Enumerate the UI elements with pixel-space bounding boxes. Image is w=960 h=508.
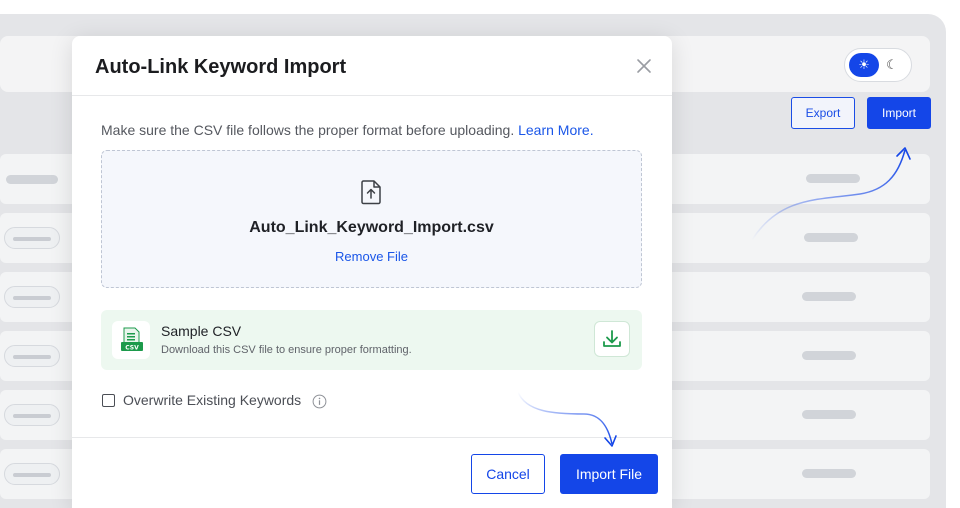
placeholder-bar xyxy=(802,410,856,419)
download-icon xyxy=(603,330,621,347)
file-name: Auto_Link_Keyword_Import.csv xyxy=(249,219,494,236)
info-icon[interactable] xyxy=(312,394,327,409)
placeholder-bar xyxy=(802,469,856,478)
sample-title: Sample CSV xyxy=(161,323,242,339)
placeholder-bar xyxy=(802,292,856,301)
cancel-button[interactable]: Cancel xyxy=(471,454,545,494)
file-upload-icon xyxy=(361,180,381,205)
modal-title: Auto-Link Keyword Import xyxy=(95,56,347,78)
import-button[interactable]: Import xyxy=(867,97,931,129)
modal-header: Auto-Link Keyword Import xyxy=(72,36,672,96)
placeholder-pill xyxy=(4,227,60,249)
sample-description: Download this CSV file to ensure proper … xyxy=(161,344,412,356)
csv-icon-text: CSV xyxy=(125,344,139,351)
remove-file-link[interactable]: Remove File xyxy=(102,249,641,264)
placeholder-pill xyxy=(4,345,60,367)
export-button[interactable]: Export xyxy=(791,97,855,129)
hint-arrow-icon xyxy=(517,391,617,447)
placeholder-bar xyxy=(802,351,856,360)
placeholder-pill xyxy=(4,286,60,308)
file-dropzone[interactable]: Auto_Link_Keyword_Import.csv Remove File xyxy=(101,150,642,288)
download-button[interactable] xyxy=(594,321,630,357)
placeholder-pill xyxy=(4,463,60,485)
theme-toggle[interactable]: ☀ ☾ xyxy=(844,48,912,82)
intro-text: Make sure the CSV file follows the prope… xyxy=(101,122,594,138)
overwrite-label[interactable]: Overwrite Existing Keywords xyxy=(123,392,301,408)
placeholder-bar xyxy=(6,175,58,184)
close-icon[interactable] xyxy=(634,56,654,76)
overwrite-checkbox[interactable] xyxy=(102,394,115,407)
intro-message: Make sure the CSV file follows the prope… xyxy=(101,122,515,138)
csv-file-icon: CSV xyxy=(112,321,150,359)
learn-more-link[interactable]: Learn More. xyxy=(518,122,593,138)
sun-icon[interactable]: ☀ xyxy=(849,53,879,77)
placeholder-pill xyxy=(4,404,60,426)
moon-icon[interactable]: ☾ xyxy=(881,53,903,77)
import-file-button[interactable]: Import File xyxy=(560,454,658,494)
hint-arrow-icon xyxy=(751,147,911,241)
sample-csv-card: CSV Sample CSV Download this CSV file to… xyxy=(101,310,642,370)
